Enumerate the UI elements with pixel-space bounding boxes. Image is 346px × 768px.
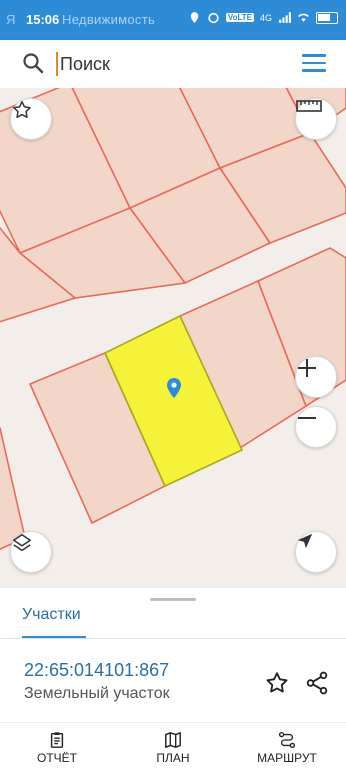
zoom-out-button[interactable]: [295, 406, 337, 448]
share-icon[interactable]: [304, 670, 330, 696]
search-bar: [0, 40, 346, 88]
location-icon: [190, 12, 199, 23]
status-app-title: Недвижимость: [62, 12, 156, 27]
signal-icon: [279, 12, 291, 23]
tab-parcels[interactable]: Участки: [22, 606, 81, 634]
nav-route[interactable]: МАРШРУТ: [242, 731, 332, 765]
ruler-icon: [296, 100, 322, 112]
bottom-navigation: ОТЧЁТ ПЛАН МАРШРУТ: [0, 722, 346, 768]
cadastral-number-link[interactable]: 22:65:014101:867: [24, 660, 169, 681]
tab-divider: [0, 638, 346, 639]
status-bar: Я 15:06 Недвижимость VoLTE 4G: [0, 0, 346, 40]
battery-icon: [316, 11, 338, 24]
status-icons: VoLTE 4G: [188, 11, 338, 24]
volte-badge: VoLTE: [225, 13, 254, 22]
nav-report[interactable]: ОТЧЁТ: [12, 731, 102, 765]
report-clipboard-icon: [50, 732, 64, 748]
cadastral-map[interactable]: [0, 88, 346, 588]
text-cursor: [56, 52, 58, 76]
navigation-arrow-icon: [297, 533, 313, 549]
search-icon[interactable]: [22, 52, 44, 74]
object-type-label: Земельный участок: [24, 685, 170, 702]
hamburger-menu-icon[interactable]: [302, 54, 326, 74]
alarm-icon: [208, 12, 219, 24]
bottom-sheet: Участки 22:65:014101:867 Земельный участ…: [0, 588, 346, 768]
layers-icon: [13, 534, 31, 552]
zoom-in-button[interactable]: [295, 356, 337, 398]
ruler-button[interactable]: [295, 98, 337, 140]
favorite-map-button[interactable]: [10, 98, 52, 140]
search-input[interactable]: [60, 50, 280, 78]
plus-icon: [298, 359, 316, 377]
wifi-icon: [298, 13, 309, 22]
network-type: 4G: [259, 12, 272, 23]
star-outline-icon: [13, 101, 31, 118]
layers-button[interactable]: [10, 531, 52, 573]
sheet-drag-handle[interactable]: [150, 598, 196, 601]
minus-icon: [298, 417, 316, 419]
nav-plan-label: ПЛАН: [156, 751, 190, 765]
star-icon[interactable]: [264, 670, 290, 696]
nav-plan[interactable]: ПЛАН: [128, 731, 218, 765]
status-app-hint: Я: [6, 12, 16, 27]
nav-route-label: МАРШРУТ: [257, 751, 317, 765]
my-location-button[interactable]: [295, 531, 337, 573]
route-icon: [278, 731, 296, 749]
status-time: 15:06: [26, 12, 60, 27]
map-canvas[interactable]: [0, 88, 346, 588]
nav-report-label: ОТЧЁТ: [36, 751, 77, 765]
map-plan-icon: [165, 732, 181, 748]
